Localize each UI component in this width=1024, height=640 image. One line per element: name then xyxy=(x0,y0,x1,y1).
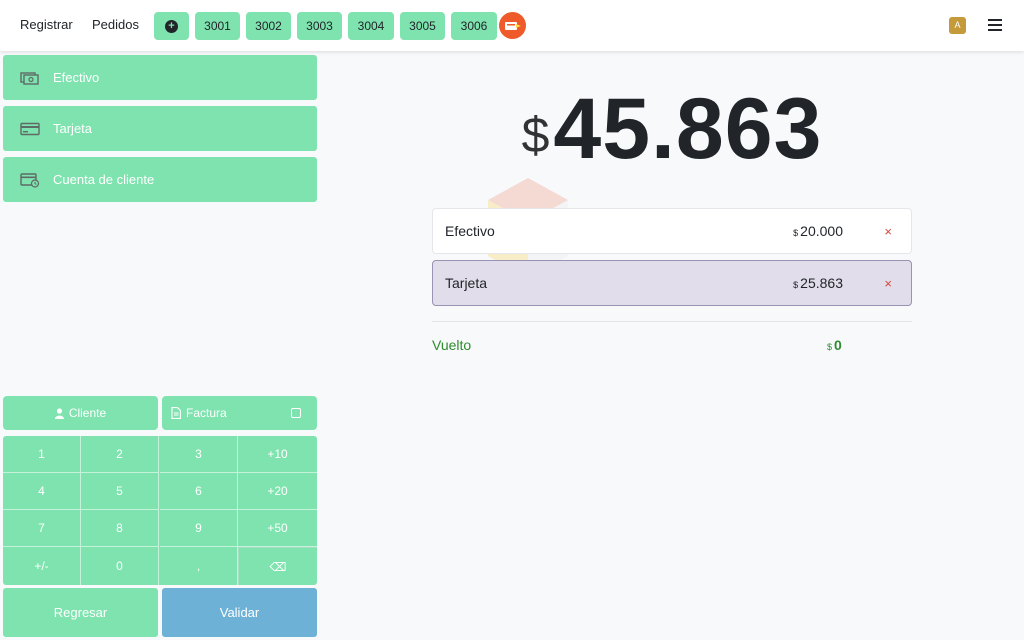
numpad-key-plus50[interactable]: +50 xyxy=(238,510,317,547)
validate-button[interactable]: Validar xyxy=(162,588,317,637)
change-value: 0 xyxy=(834,337,842,353)
invoice-checkbox[interactable] xyxy=(291,408,301,418)
user-avatar[interactable]: A xyxy=(949,17,966,34)
numpad-key-2[interactable]: 2 xyxy=(81,436,159,473)
payment-line-name: Efectivo xyxy=(445,223,495,239)
numpad-key-9[interactable]: 9 xyxy=(160,510,238,547)
customer-label: Cliente xyxy=(68,406,107,420)
invoice-label: Factura xyxy=(186,406,227,420)
numpad-key-8[interactable]: 8 xyxy=(81,510,159,547)
change-label: Vuelto xyxy=(432,337,472,353)
payment-line-efectivo[interactable]: Efectivo $20.000 × xyxy=(432,208,912,254)
order-tab-3002[interactable]: 3002 xyxy=(246,12,291,40)
payment-line-tarjeta[interactable]: Tarjeta $25.863 × xyxy=(432,260,912,306)
invoice-button[interactable]: Factura xyxy=(162,396,317,430)
plus-circle-icon: + xyxy=(165,19,178,33)
numpad-key-4[interactable]: 4 xyxy=(3,473,81,510)
cash-icon xyxy=(20,70,40,86)
nav-registrar-link[interactable]: Registrar xyxy=(20,17,73,32)
numpad-key-plus10[interactable]: +10 xyxy=(238,436,317,473)
total-currency: $ xyxy=(521,107,550,163)
payment-method-tarjeta[interactable]: Tarjeta xyxy=(3,106,317,151)
nav-pedidos-link[interactable]: Pedidos xyxy=(92,17,139,32)
customer-button[interactable]: Cliente xyxy=(3,396,158,430)
add-order-button[interactable]: + xyxy=(154,12,189,40)
remove-line-icon[interactable]: × xyxy=(884,224,892,239)
numpad-key-decimal[interactable]: , xyxy=(160,547,238,585)
order-tab-3005[interactable]: 3005 xyxy=(400,12,445,40)
payment-method-label: Efectivo xyxy=(53,70,100,85)
numpad-key-plus20[interactable]: +20 xyxy=(238,473,317,510)
top-navbar: Registrar Pedidos + 3001 3002 3003 3004 … xyxy=(0,0,1024,51)
back-button[interactable]: Regresar xyxy=(3,588,158,637)
numpad-key-1[interactable]: 1 xyxy=(3,436,81,473)
order-tab-3004[interactable]: 3004 xyxy=(348,12,394,40)
payment-line-name: Tarjeta xyxy=(445,275,488,291)
total-value: 45.863 xyxy=(553,81,823,177)
payment-line-value: 25.863 xyxy=(800,275,843,291)
document-icon xyxy=(171,407,181,419)
numpad-key-5[interactable]: 5 xyxy=(81,473,159,510)
numpad-key-7[interactable]: 7 xyxy=(3,510,81,547)
payment-method-efectivo[interactable]: Efectivo xyxy=(3,55,317,100)
brand-logo xyxy=(499,12,526,39)
numpad-key-3[interactable]: 3 xyxy=(160,436,238,473)
remove-line-icon[interactable]: × xyxy=(884,276,892,291)
payment-line-amount: $20.000 xyxy=(793,223,843,239)
payment-method-label: Tarjeta xyxy=(53,121,93,136)
change-currency: $ xyxy=(827,342,833,352)
customer-account-icon xyxy=(20,172,40,188)
numpad-key-backspace[interactable]: ⌫ xyxy=(238,547,317,585)
payment-line-currency: $ xyxy=(793,228,799,238)
payment-line-amount: $25.863 xyxy=(793,275,843,291)
hamburger-menu-icon[interactable] xyxy=(988,19,1002,31)
numpad: 1 2 3 +10 4 5 6 +20 7 8 9 +50 +/- 0 , ⌫ xyxy=(3,436,317,585)
order-tab-3006[interactable]: 3006 xyxy=(451,12,497,40)
credit-card-icon xyxy=(20,121,40,137)
numpad-key-6[interactable]: 6 xyxy=(160,473,238,510)
user-icon xyxy=(54,407,64,419)
payment-method-label: Cuenta de cliente xyxy=(53,172,155,187)
change-amount: $0 xyxy=(827,337,842,353)
numpad-key-plus-minus[interactable]: +/- xyxy=(3,547,81,585)
numpad-key-0[interactable]: 0 xyxy=(81,547,159,585)
total-amount: $45.863 xyxy=(320,80,1024,179)
payment-line-value: 20.000 xyxy=(800,223,843,239)
payment-line-currency: $ xyxy=(793,280,799,290)
order-tab-3003[interactable]: 3003 xyxy=(297,12,342,40)
divider xyxy=(432,321,912,322)
payment-method-cuenta-cliente[interactable]: Cuenta de cliente xyxy=(3,157,317,202)
order-tab-3001[interactable]: 3001 xyxy=(195,12,240,40)
